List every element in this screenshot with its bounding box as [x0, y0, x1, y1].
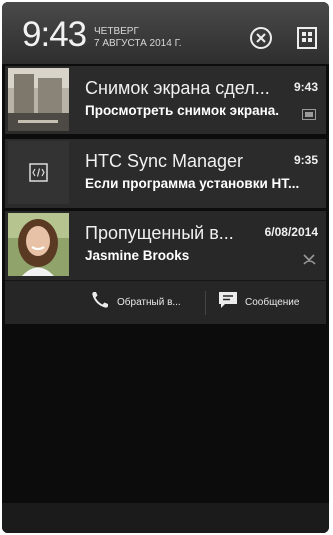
missed-call-icon [303, 252, 316, 270]
notification-time: 9:35 [293, 153, 318, 167]
notification-title: Пропущенный в... [85, 223, 234, 243]
notification-text: Если программа установки HT... [85, 176, 300, 191]
phone-icon [89, 289, 111, 316]
status-header: 9:43 ЧЕТВЕРГ 7 АВГУСТА 2014 Г. [2, 2, 329, 64]
notification-htc-sync[interactable]: HTC Sync Manager Если программа установк… [5, 139, 326, 208]
screenshot-thumbnail [8, 68, 69, 131]
notification-actions: Обратный в... Сообщение [5, 280, 326, 324]
app-icon-box [8, 141, 69, 204]
notification-screenshot[interactable]: Снимок экрана сдел... Просмотреть снимок… [5, 66, 326, 134]
weekday-label: ЧЕТВЕРГ [94, 26, 139, 37]
call-back-label: Обратный в... [117, 297, 181, 308]
notification-time: 9:43 [293, 80, 318, 94]
date-block: ЧЕТВЕРГ 7 АВГУСТА 2014 Г. [94, 26, 182, 50]
action-divider [205, 291, 206, 315]
notification-title: Снимок экрана сдел... [85, 78, 270, 98]
caller-name: Jasmine Brooks [85, 248, 190, 263]
date-label: 7 АВГУСТА 2014 Г. [94, 38, 182, 49]
shade-handle[interactable] [2, 503, 329, 533]
notification-missed-call[interactable]: Пропущенный в... Jasmine Brooks 6/08/201… [5, 211, 326, 324]
notification-shade: 9:43 ЧЕТВЕРГ 7 АВГУСТА 2014 Г. Снимок эк… [2, 2, 329, 533]
message-icon [217, 289, 239, 316]
call-back-button[interactable]: Обратный в... [89, 281, 181, 324]
code-icon [29, 163, 48, 182]
image-icon [302, 107, 316, 125]
notification-title: HTC Sync Manager [85, 151, 244, 171]
notification-time: 6/08/2014 [264, 225, 318, 239]
message-label: Сообщение [245, 297, 300, 308]
quick-settings-button[interactable] [294, 25, 320, 51]
quick-settings-icon [297, 27, 317, 49]
contact-avatar [8, 213, 69, 276]
circle-x-icon [250, 27, 272, 49]
message-button[interactable]: Сообщение [217, 281, 299, 324]
clear-all-button[interactable] [248, 25, 274, 51]
notification-text: Просмотреть снимок экрана. [85, 103, 279, 118]
clock-time: 9:43 [22, 15, 87, 54]
